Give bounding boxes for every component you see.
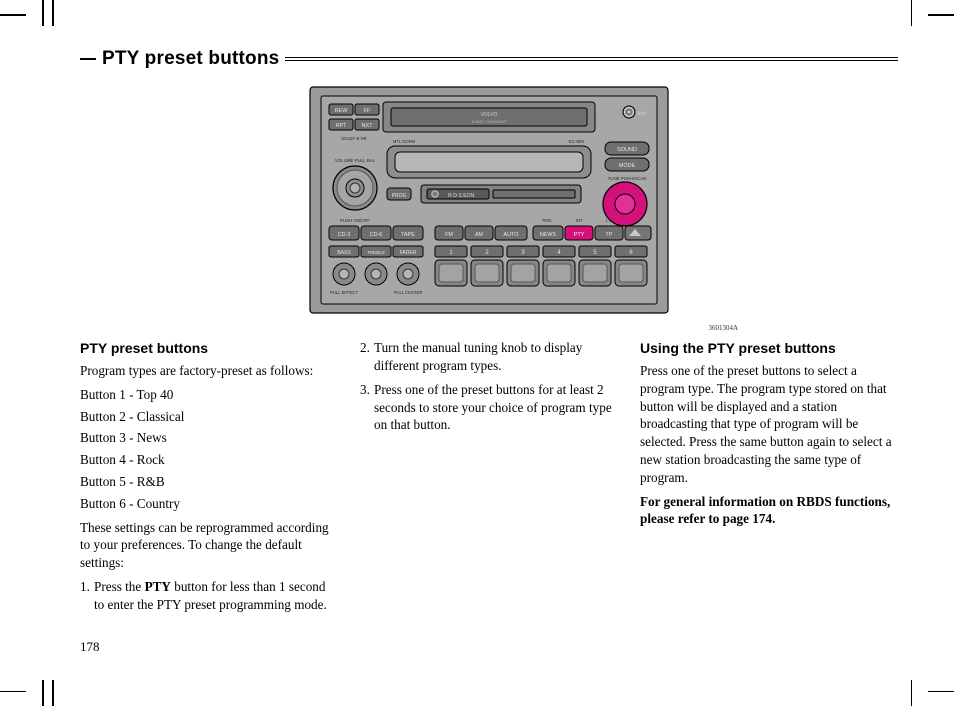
preset-item: Button 6 - Country — [80, 495, 338, 513]
title-rule-right — [285, 57, 898, 61]
preset-list: Button 1 - Top 40 Button 2 - Classical B… — [80, 386, 338, 513]
section-heading: PTY preset buttons — [80, 339, 338, 358]
column-3: Using the PTY preset buttons Press one o… — [640, 339, 898, 620]
column-2: 2.Turn the manual tuning knob to display… — [360, 339, 618, 620]
intro-text: Program types are factory-preset as foll… — [80, 362, 338, 380]
preset-item: Button 4 - Rock — [80, 451, 338, 469]
svg-text:MTL NORM: MTL NORM — [393, 139, 416, 144]
svg-text:TP: TP — [606, 232, 613, 238]
svg-text:FF: FF — [364, 108, 371, 114]
svg-text:TUNE PUSH/SCAN: TUNE PUSH/SCAN — [608, 176, 647, 181]
step-item: 3.Press one of the preset buttons for at… — [360, 381, 618, 434]
svg-text:NEWS: NEWS — [540, 232, 557, 238]
svg-text:DOLBY B NR: DOLBY B NR — [341, 136, 366, 141]
column-1: PTY preset buttons Program types are fac… — [80, 339, 338, 620]
svg-text:REW: REW — [335, 108, 349, 114]
step-item: 1. Press the PTY button for less than 1 … — [80, 578, 338, 614]
svg-text:INT: INT — [576, 218, 583, 223]
svg-text:R·D·S EON: R·D·S EON — [448, 193, 475, 199]
page-title: PTY preset buttons — [102, 46, 279, 72]
body-text: Press one of the preset buttons to selec… — [640, 362, 898, 487]
svg-text:PULL CENTER: PULL CENTER — [394, 290, 423, 295]
svg-text:RPT: RPT — [336, 123, 348, 129]
section-heading: Using the PTY preset buttons — [640, 339, 898, 358]
title-rule-left — [80, 58, 96, 60]
preset-item: Button 3 - News — [80, 429, 338, 447]
step-item: 2.Turn the manual tuning knob to display… — [360, 339, 618, 375]
svg-text:NXT: NXT — [362, 123, 374, 129]
svg-text:SC-900: SC-900 — [568, 139, 584, 144]
svg-text:PUSH ON/OFF: PUSH ON/OFF — [340, 218, 370, 223]
svg-text:PTY: PTY — [574, 232, 585, 238]
svg-text:MODE: MODE — [619, 163, 636, 169]
svg-text:1 hr: 1 hr — [605, 218, 613, 223]
svg-text:AUTO: AUTO — [504, 232, 519, 238]
page-title-bar: PTY preset buttons — [80, 46, 898, 72]
svg-text:FADER: FADER — [400, 250, 417, 256]
svg-text:RND: RND — [542, 218, 551, 223]
reference-note: For general information on RBDS function… — [640, 493, 898, 529]
svg-text:VOLUME PULL BAL: VOLUME PULL BAL — [335, 158, 376, 163]
svg-text:BASS: BASS — [337, 250, 351, 256]
preset-item: Button 2 - Classical — [80, 408, 338, 426]
svg-text:PROG: PROG — [392, 193, 407, 199]
brand-text: VOLVO — [481, 112, 498, 118]
preset-item: Button 5 - R&B — [80, 473, 338, 491]
svg-text:AM: AM — [475, 232, 484, 238]
subbrand-text: 6-DISC CHANGER — [472, 119, 506, 124]
svg-text:SOUND: SOUND — [617, 147, 637, 153]
preset-item: Button 1 - Top 40 — [80, 386, 338, 404]
svg-text:PULL EFFECT: PULL EFFECT — [330, 290, 358, 295]
page-number: 178 — [80, 638, 100, 656]
svg-text:CD-3: CD-3 — [338, 232, 351, 238]
svg-text:TREBLE: TREBLE — [367, 250, 385, 255]
svg-text:FM: FM — [445, 232, 453, 238]
svg-text:disc: disc — [638, 111, 647, 117]
svg-text:TAPE: TAPE — [401, 232, 415, 238]
body-text: These settings can be reprogrammed accor… — [80, 519, 338, 572]
figure-caption: 3601304A — [80, 324, 898, 333]
svg-text:CD-6: CD-6 — [370, 232, 383, 238]
radio-illustration: VOLVO 6-DISC CHANGER REW FF RPT NXT disc… — [309, 86, 669, 314]
